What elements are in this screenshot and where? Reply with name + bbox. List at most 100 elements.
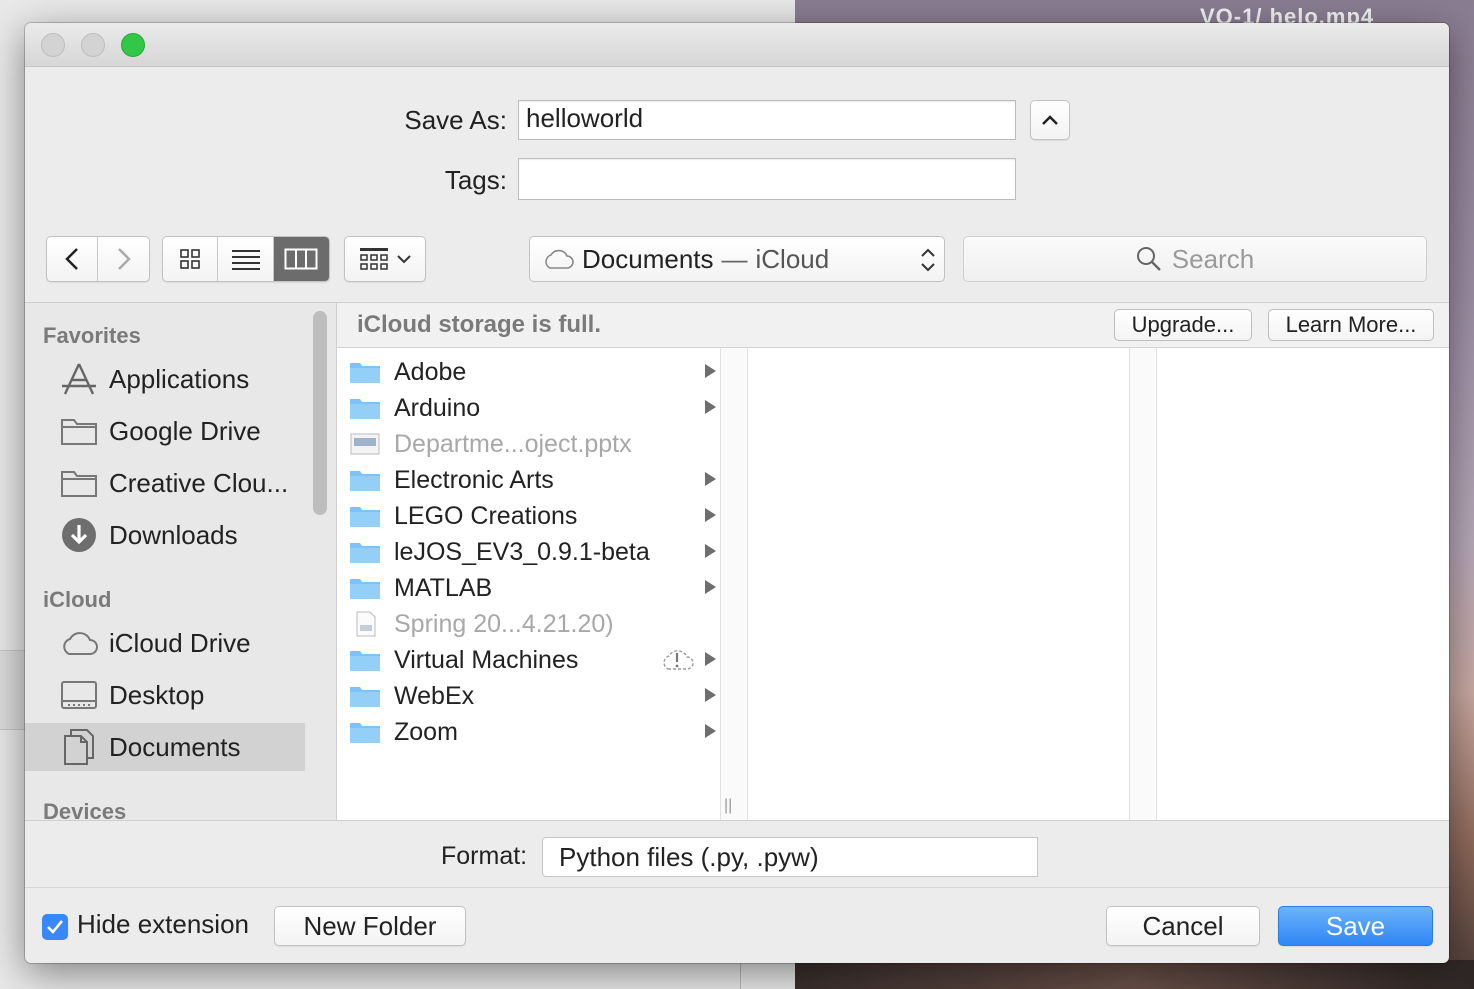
file-name: MATLAB xyxy=(394,573,493,602)
file-row-adobe[interactable]: Adobe xyxy=(337,354,720,390)
hide-extension-label: Hide extension xyxy=(77,909,249,939)
upgrade-button[interactable]: Upgrade... xyxy=(1114,309,1252,341)
folder-icon xyxy=(349,575,381,601)
chevron-right-icon xyxy=(117,248,131,270)
zoom-button[interactable] xyxy=(121,33,145,57)
file-row-webex[interactable]: WebEx xyxy=(337,678,720,714)
icon-view-icon xyxy=(180,249,200,269)
file-row-electronic-arts[interactable]: Electronic Arts xyxy=(337,462,720,498)
file-name: leJOS_EV3_0.9.1-beta xyxy=(394,537,650,566)
tags-label: Tags: xyxy=(444,165,507,195)
back-forward-control xyxy=(46,236,150,282)
arrange-menu xyxy=(344,236,426,282)
background-strip xyxy=(0,650,26,730)
updown-chevron-icon xyxy=(921,248,935,272)
file-name: LEGO Creations xyxy=(394,501,578,530)
location-service: iCloud xyxy=(755,243,830,274)
file-row-lego-creations[interactable]: LEGO Creations xyxy=(337,498,720,534)
file-row-lejos[interactable]: leJOS_EV3_0.9.1-beta xyxy=(337,534,720,570)
sidebar-item-desktop[interactable]: Desktop xyxy=(25,671,305,719)
minimize-button[interactable] xyxy=(81,33,105,57)
sidebar-item-downloads[interactable]: Downloads xyxy=(25,511,305,559)
background-divider xyxy=(740,960,741,989)
column-divider[interactable] xyxy=(720,348,748,821)
file-row-zoom[interactable]: Zoom xyxy=(337,714,720,750)
location-name: Documents xyxy=(582,243,714,274)
cancel-button[interactable]: Cancel xyxy=(1106,906,1260,946)
sidebar-heading-favorites: Favorites xyxy=(43,323,141,348)
file-row-arduino[interactable]: Arduino xyxy=(337,390,720,426)
banner-message: iCloud storage is full. xyxy=(357,311,602,338)
list-view-button[interactable] xyxy=(218,237,274,281)
folder-icon xyxy=(59,411,99,451)
file-column: Adobe Arduino Departme...oject.pptx Elec… xyxy=(337,348,720,821)
column-divider[interactable] xyxy=(1129,348,1157,821)
back-button[interactable] xyxy=(47,237,99,281)
forward-button[interactable] xyxy=(98,237,149,281)
arrange-icon xyxy=(360,248,388,270)
disclosure-arrow-icon xyxy=(705,364,716,378)
file-name: WebEx xyxy=(394,681,475,710)
sidebar-item-label: Google Drive xyxy=(109,415,261,446)
column-view-icon xyxy=(284,248,318,270)
disclosure-arrow-icon xyxy=(705,472,716,486)
save-button[interactable]: Save xyxy=(1278,906,1433,946)
chevron-left-icon xyxy=(65,248,78,270)
sidebar-item-label: Desktop xyxy=(109,679,205,710)
learn-more-button[interactable]: Learn More... xyxy=(1268,309,1434,341)
search-field[interactable]: Search xyxy=(963,236,1427,282)
file-row-department-project[interactable]: Departme...oject.pptx xyxy=(337,426,720,462)
sidebar-item-label: Applications xyxy=(109,363,250,394)
collapse-button[interactable] xyxy=(1030,100,1070,140)
file-name: Adobe xyxy=(394,357,467,386)
format-bar: Format: Python files (.py, .pyw) xyxy=(25,820,1449,888)
file-name: Virtual Machines xyxy=(394,645,579,674)
file-row-matlab[interactable]: MATLAB xyxy=(337,570,720,606)
save-as-field[interactable]: helloworld xyxy=(518,100,1016,140)
sidebar-item-label: Documents xyxy=(109,731,241,762)
column-view-button[interactable] xyxy=(273,237,329,281)
document-file-icon xyxy=(349,611,381,637)
column-resize-grip-icon[interactable]: || xyxy=(724,797,732,815)
chevron-up-icon xyxy=(1042,115,1058,125)
chevron-down-icon xyxy=(397,255,411,264)
arrange-button[interactable] xyxy=(345,237,425,281)
hide-extension-checkbox[interactable] xyxy=(42,914,68,940)
sidebar-item-label: Downloads xyxy=(109,519,238,550)
file-row-spring[interactable]: Spring 20...4.21.20) xyxy=(337,606,720,642)
close-button[interactable] xyxy=(41,33,65,57)
tags-field[interactable] xyxy=(518,158,1016,200)
disclosure-arrow-icon xyxy=(705,544,716,558)
sidebar-item-label: iCloud Drive xyxy=(109,627,251,658)
checkmark-icon xyxy=(47,920,64,934)
folder-icon xyxy=(349,719,381,745)
file-name: Zoom xyxy=(394,717,458,746)
cloud-icon xyxy=(59,623,99,663)
sidebar-item-icloud-drive[interactable]: iCloud Drive xyxy=(25,619,305,667)
sidebar-item-creative-cloud[interactable]: Creative Clou... xyxy=(25,459,305,507)
sidebar-item-applications[interactable]: Applications xyxy=(25,355,305,403)
sidebar-scrollbar[interactable] xyxy=(313,311,327,515)
file-name: Departme...oject.pptx xyxy=(394,429,632,458)
icloud-banner: iCloud storage is full. Upgrade... Learn… xyxy=(337,303,1449,348)
sidebar-item-documents[interactable]: Documents xyxy=(25,723,305,771)
sidebar-heading-icloud: iCloud xyxy=(43,587,112,612)
disclosure-arrow-icon xyxy=(705,688,716,702)
file-row-virtual-machines[interactable]: Virtual Machines xyxy=(337,642,720,678)
icon-view-button[interactable] xyxy=(163,237,219,281)
location-popup[interactable]: Documents — iCloud xyxy=(529,236,945,282)
sidebar: Favorites Applications Google Drive Crea… xyxy=(25,302,336,824)
search-placeholder: Search xyxy=(1171,243,1255,274)
disclosure-arrow-icon xyxy=(705,652,716,666)
disclosure-arrow-icon xyxy=(705,508,716,522)
new-folder-button[interactable]: New Folder xyxy=(274,906,466,946)
folder-icon xyxy=(349,395,381,421)
folder-icon xyxy=(59,463,99,503)
disclosure-arrow-icon xyxy=(705,400,716,414)
applications-icon xyxy=(59,359,99,399)
folder-icon xyxy=(349,359,381,385)
file-name: Electronic Arts xyxy=(394,465,554,494)
sidebar-item-google-drive[interactable]: Google Drive xyxy=(25,407,305,455)
file-name: Spring 20...4.21.20) xyxy=(394,609,614,638)
format-select[interactable]: Python files (.py, .pyw) xyxy=(542,837,1038,877)
